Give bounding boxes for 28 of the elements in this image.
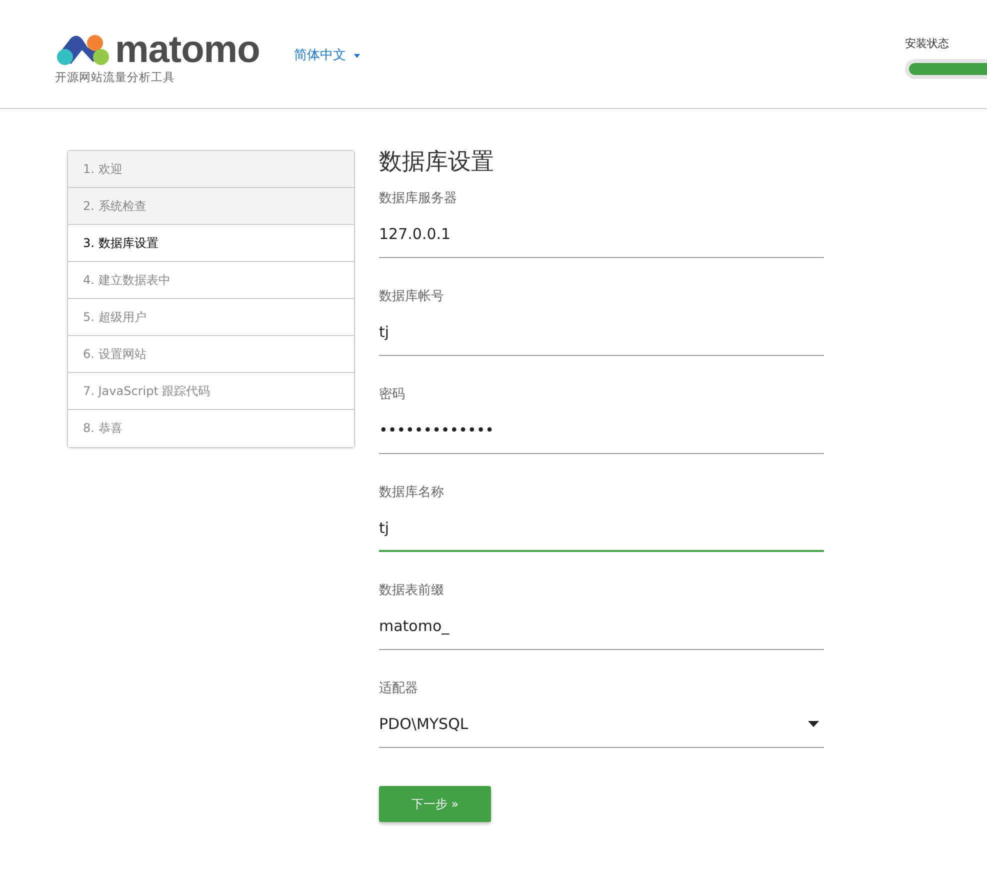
- step-item: 7. JavaScript 跟踪代码: [68, 373, 354, 410]
- field-label: 数据库名称: [379, 484, 445, 502]
- input-field[interactable]: tj: [379, 313, 824, 356]
- step-item: 4. 建立数据表中: [68, 262, 354, 299]
- language-dropdown[interactable]: 简体中文: [294, 46, 360, 66]
- field-label: 数据库帐号: [379, 288, 445, 306]
- logo-text: matomo: [115, 33, 260, 67]
- input-field[interactable]: matomo_: [379, 607, 824, 650]
- step-item: 8. 恭喜: [68, 410, 354, 447]
- password-field[interactable]: •••••••••••••: [379, 411, 824, 454]
- form-title: 数据库设置: [379, 149, 495, 177]
- field-label: 数据库服务器: [379, 190, 458, 208]
- input-field[interactable]: tj: [379, 509, 824, 552]
- select-field[interactable]: PDO\MYSQL: [379, 705, 824, 748]
- field-label: 数据表前缀: [379, 582, 445, 600]
- progress-label: 安装状态: [905, 36, 950, 52]
- caret-icon: [354, 54, 360, 58]
- field-label: 密码: [379, 386, 406, 404]
- step-item: 3. 数据库设置: [68, 225, 354, 262]
- step-item: 2. 系统检查: [68, 188, 354, 225]
- field-label: 适配器: [379, 680, 419, 698]
- logo-icon: [55, 34, 111, 66]
- step-item: 6. 设置网站: [68, 336, 354, 373]
- step-item: 1. 欢迎: [68, 151, 354, 188]
- input-field[interactable]: 127.0.0.1: [379, 215, 824, 258]
- step-item: 5. 超级用户: [68, 299, 354, 336]
- tagline: 开源网站流量分析工具: [55, 69, 176, 86]
- caret-icon: [808, 721, 819, 728]
